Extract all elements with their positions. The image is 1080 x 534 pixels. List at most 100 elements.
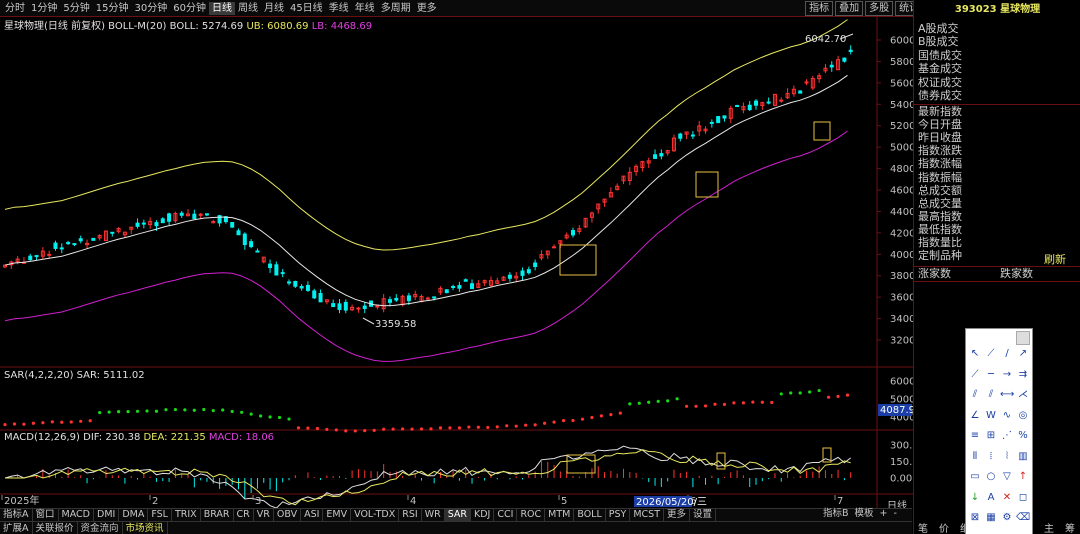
panel-tab[interactable]: 筹 xyxy=(1065,520,1075,534)
cycle-icon[interactable]: ∿ xyxy=(1000,409,1014,423)
index-field-label: 债券成交 xyxy=(918,89,962,102)
indicator-tab[interactable]: VOL-TDX xyxy=(351,509,400,521)
indicator-tab[interactable]: DMA xyxy=(119,509,149,521)
bottom-tab[interactable]: 市场资讯 xyxy=(123,522,168,534)
indicator-b-item[interactable]: 模板 xyxy=(852,508,877,520)
sar-axis-label: 5000 xyxy=(890,395,913,406)
sar-dot xyxy=(486,425,490,430)
period-line-icon[interactable]: ⦀ xyxy=(968,450,982,464)
ruler-icon[interactable]: ⟷ xyxy=(1000,388,1014,402)
lock-icon[interactable]: ⊠ xyxy=(968,511,982,525)
indicator-tab[interactable]: ASI xyxy=(301,509,324,521)
indicator-tab[interactable]: MTM xyxy=(545,509,575,521)
indicator-tab[interactable]: KDJ xyxy=(471,509,495,521)
bottom-tab[interactable]: 资金流向 xyxy=(78,522,123,534)
kline-chart[interactable]: 6000 5800 5600 5400 5200 5000 4800 4600 4400 4200… xyxy=(0,0,913,508)
sar-dot xyxy=(845,393,850,397)
indicator-tab[interactable]: 设置 xyxy=(690,509,717,521)
indicator-tab[interactable]: OBV xyxy=(274,509,302,521)
horizontal-line-icon[interactable]: ─ xyxy=(984,368,998,382)
gann-icon[interactable]: ⊞ xyxy=(984,429,998,443)
indicator-tab[interactable]: DMI xyxy=(94,509,120,521)
percent-line-icon[interactable]: % xyxy=(1016,429,1030,443)
panel-tab[interactable]: 笔 xyxy=(918,520,928,534)
panel-tab[interactable]: 价 xyxy=(939,520,949,534)
indicator-b-item[interactable]: - xyxy=(891,508,900,520)
candle-body xyxy=(798,90,803,94)
delete-icon[interactable]: ✕ xyxy=(1000,491,1014,505)
sar-dot xyxy=(789,391,793,395)
indicator-tab[interactable]: MCST xyxy=(630,509,665,521)
arrow-line-icon[interactable]: ⟋ xyxy=(968,368,982,382)
candle-body xyxy=(425,297,430,300)
candle-body xyxy=(722,115,727,119)
indicator-tab[interactable]: FSL xyxy=(148,509,172,521)
settings-icon[interactable]: ⚙ xyxy=(1000,511,1014,525)
line-icon[interactable]: / xyxy=(1000,347,1014,361)
sar-dot xyxy=(429,427,433,431)
spiral-icon[interactable]: ◎ xyxy=(1016,409,1030,423)
sar-dot xyxy=(31,421,35,425)
bottom-tab[interactable]: 关联报价 xyxy=(33,522,78,534)
indicator-tab[interactable]: 指标A xyxy=(0,509,33,521)
ellipse-icon[interactable]: ○ xyxy=(984,470,998,484)
candle-body xyxy=(362,305,367,309)
bar-stat-icon[interactable]: ▥ xyxy=(1016,450,1030,464)
indicator-tab[interactable]: 窗口 xyxy=(33,509,59,521)
cursor-arrow-icon[interactable]: ↖ xyxy=(968,347,982,361)
price-channel-icon[interactable]: ⫽ xyxy=(968,388,982,402)
fan-icon[interactable]: ⋌ xyxy=(1016,388,1030,402)
indicator-tab[interactable]: BRAR xyxy=(201,509,234,521)
sar-title: SAR(4,2,2,20) SAR: 5111.02 xyxy=(4,370,145,381)
rectangle-icon[interactable]: ▭ xyxy=(968,470,982,484)
down-arrow-icon[interactable]: ↓ xyxy=(968,491,982,505)
candle-body xyxy=(179,212,184,216)
color-icon[interactable]: ▦ xyxy=(984,511,998,525)
triangle-icon[interactable]: ▽ xyxy=(1000,470,1014,484)
sar-dot xyxy=(22,422,26,426)
indicator-tab[interactable]: MACD xyxy=(59,509,94,521)
refresh-button[interactable]: 刷新 xyxy=(1044,251,1066,267)
indicator-b-item[interactable]: 指标B xyxy=(820,508,852,520)
palette-close-button[interactable] xyxy=(1016,331,1030,345)
sar-dot xyxy=(618,411,622,415)
indicator-tab[interactable]: CR xyxy=(234,509,254,521)
index-field-label: B股成交 xyxy=(918,35,959,49)
text-icon[interactable]: A xyxy=(984,491,998,505)
indicator-tab[interactable]: BOLL xyxy=(574,509,606,521)
indicator-tab[interactable]: ROC xyxy=(517,509,546,521)
ray-icon[interactable]: ↗ xyxy=(1016,347,1030,361)
angle-icon[interactable]: ∠ xyxy=(968,409,982,423)
indicator-tab[interactable]: VR xyxy=(254,509,274,521)
indicator-tab[interactable]: SAR xyxy=(444,509,471,521)
horizontal-ray-icon[interactable]: → xyxy=(1000,368,1014,382)
trend-channel-icon[interactable]: ⫽ xyxy=(984,388,998,402)
price-axis-label: 4600 xyxy=(890,186,913,197)
sar-dot xyxy=(240,410,244,414)
clear-icon[interactable]: ⌫ xyxy=(1016,511,1030,525)
parallel-line-icon[interactable]: ⇉ xyxy=(1016,368,1030,382)
indicator-tab[interactable]: RSI xyxy=(399,509,422,521)
sar-dot xyxy=(259,414,263,418)
sar-dot xyxy=(580,417,585,421)
bottom-tab[interactable]: 扩展A xyxy=(0,522,33,534)
speed-line-icon[interactable]: ⋰ xyxy=(1000,429,1014,443)
candle-body xyxy=(444,289,449,294)
panel-tab[interactable]: 主 xyxy=(1044,520,1054,534)
sar-dot xyxy=(438,426,443,430)
price-axis-label: 3400 xyxy=(890,314,913,325)
indicator-tab[interactable]: CCI xyxy=(494,509,518,521)
indicator-tab[interactable]: EMV xyxy=(323,509,352,521)
indicator-tab[interactable]: TRIX xyxy=(172,509,201,521)
gann-time-icon[interactable]: ⦚ xyxy=(1000,450,1014,464)
indicator-tab[interactable]: 更多 xyxy=(664,509,691,521)
indicator-tab[interactable]: PSY xyxy=(606,509,631,521)
hide-icon[interactable]: ◻ xyxy=(1016,491,1030,505)
indicator-b-item[interactable]: + xyxy=(877,508,891,520)
wave-icon[interactable]: W xyxy=(984,409,998,423)
fibonacci-icon[interactable]: ≡ xyxy=(968,429,982,443)
line-segment-icon[interactable]: ⟋ xyxy=(984,347,998,361)
fibonacci-time-icon[interactable]: ⦙ xyxy=(984,450,998,464)
indicator-tab[interactable]: WR xyxy=(422,509,445,521)
up-arrow-icon[interactable]: ↑ xyxy=(1016,470,1030,484)
